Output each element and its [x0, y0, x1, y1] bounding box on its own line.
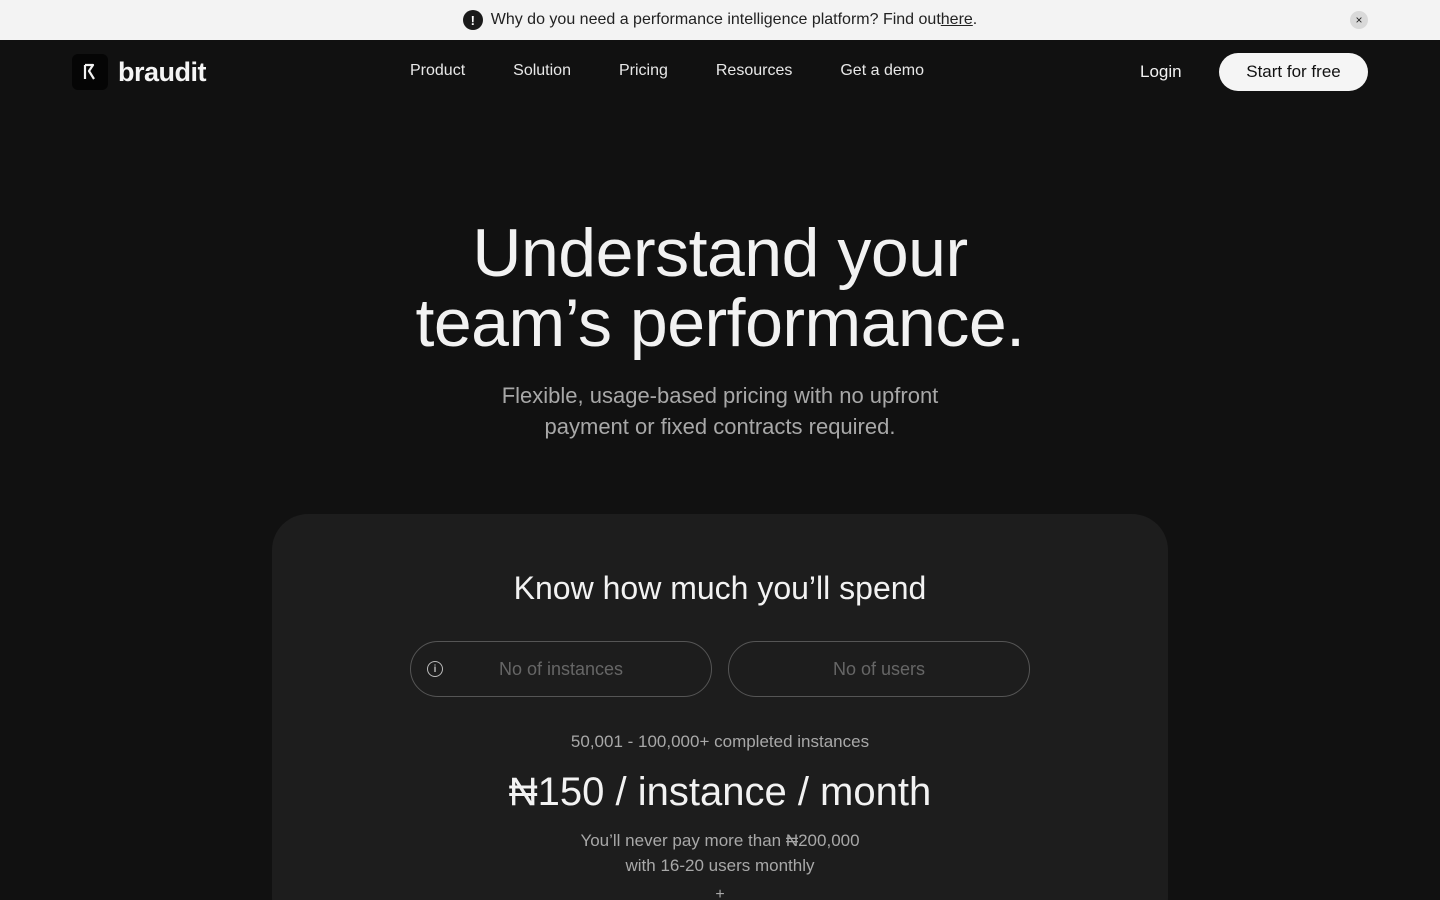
close-icon[interactable]: × — [1350, 11, 1368, 29]
price-note-line-1: You’ll never pay more than ₦200,000 — [580, 831, 860, 850]
users-placeholder: No of users — [832, 658, 926, 679]
announcement-banner: ! Why do you need a performance intellig… — [0, 0, 1440, 40]
hero-title-line-1: Understand your — [472, 215, 968, 291]
instances-placeholder: No of instances — [498, 658, 624, 679]
nav-links: Product Solution Pricing Resources Get a… — [410, 62, 924, 80]
hero-title: Understand your team’s performance. — [0, 218, 1440, 358]
start-for-free-button[interactable]: Start for free — [1219, 53, 1368, 91]
price-note: You’ll never pay more than ₦200,000 with… — [272, 828, 1168, 878]
plus-icon: + — [715, 886, 725, 900]
banner-link[interactable]: here — [941, 11, 973, 29]
instances-input[interactable]: i No of instances — [410, 641, 712, 697]
info-icon[interactable]: i — [427, 661, 443, 677]
price-label: ₦150 / instance / month — [508, 770, 932, 814]
nav-link-resources[interactable]: Resources — [716, 62, 792, 80]
banner-suffix: . — [972, 11, 978, 28]
hero-subtitle: Flexible, usage-based pricing with no up… — [0, 380, 1440, 442]
nav-link-solution[interactable]: Solution — [513, 62, 571, 80]
logo[interactable]: braudit — [72, 54, 207, 90]
hero-subtitle-line-2: payment or fixed contracts required. — [544, 414, 896, 439]
pricing-calculator-card: Know how much you’ll spend i No of insta… — [272, 514, 1168, 900]
nav-link-pricing[interactable]: Pricing — [619, 62, 668, 80]
price-note-line-2: with 16-20 users monthly — [625, 856, 815, 875]
logo-mark-icon — [72, 54, 108, 90]
hero-title-line-2: team’s performance. — [415, 285, 1025, 361]
login-link[interactable]: Login — [1140, 62, 1182, 82]
nav-link-get-a-demo[interactable]: Get a demo — [840, 62, 924, 80]
tier-label: 50,001 - 100,000+ completed instances — [570, 732, 870, 751]
nav-link-product[interactable]: Product — [410, 62, 465, 80]
users-input[interactable]: No of users — [728, 641, 1030, 697]
alert-icon: ! — [462, 10, 483, 30]
top-navigation: braudit Product Solution Pricing Resourc… — [0, 40, 1440, 104]
banner-text: Why do you need a performance intelligen… — [490, 11, 941, 28]
hero-subtitle-line-1: Flexible, usage-based pricing with no up… — [501, 383, 939, 408]
calculator-title: Know how much you’ll spend — [513, 570, 927, 606]
logo-text: braudit — [118, 56, 207, 87]
